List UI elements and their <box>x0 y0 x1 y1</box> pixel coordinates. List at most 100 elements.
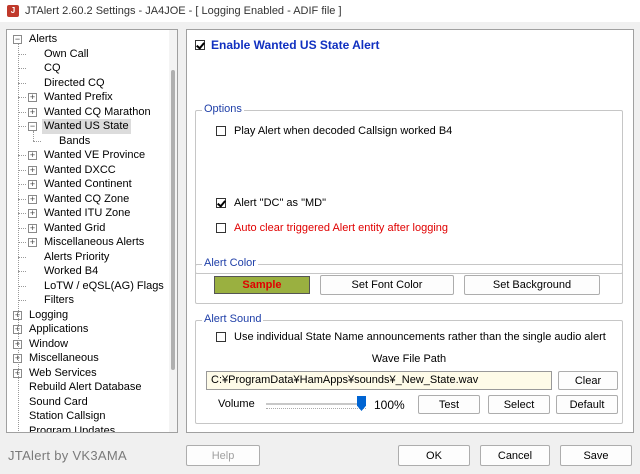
set-font-color-label: Set Font Color <box>351 279 423 291</box>
tree-item-label: Miscellaneous <box>29 352 99 364</box>
alert-color-group: Alert Color Sample Set Font Color Set Ba… <box>195 257 623 304</box>
expand-icon[interactable]: + <box>28 165 37 175</box>
dc-md-row[interactable]: Alert "DC" as "MD" <box>216 197 326 209</box>
help-button[interactable]: Help <box>186 445 260 466</box>
tree-connector <box>18 213 26 214</box>
ok-label: OK <box>426 449 442 462</box>
expand-icon[interactable]: + <box>28 209 37 218</box>
wave-path-caption: Wave File Path <box>371 353 447 365</box>
set-background-button[interactable]: Set Background <box>464 275 600 295</box>
settings-tree[interactable]: − Alerts Own Call CQ Directed CQ + Wanted Pref… <box>6 29 178 433</box>
play-b4-checkbox[interactable] <box>216 126 226 136</box>
volume-slider[interactable] <box>266 395 366 413</box>
tree-item-label: Wanted VE Province <box>44 149 146 161</box>
tree-scrollbar-thumb[interactable] <box>171 70 175 370</box>
tree-item-label: Rebuild Alert Database <box>29 381 142 393</box>
tree-item-label: Wanted US State <box>42 119 131 134</box>
tree-connector <box>18 227 26 229</box>
collapse-icon[interactable]: − <box>13 35 22 44</box>
alert-color-title: Alert Color <box>202 257 258 269</box>
tree-item-label: Program Updates <box>29 424 116 433</box>
tree-item-label: Filters <box>44 294 74 306</box>
tree-connector <box>18 111 26 113</box>
color-sample: Sample <box>214 276 310 294</box>
tree-item-label: Wanted Grid <box>44 221 106 234</box>
wave-path-value: C:¥ProgramData¥HamApps¥sounds¥_New_State… <box>211 374 479 386</box>
enable-alert-row[interactable]: Enable Wanted US State Alert <box>195 38 379 52</box>
tree-connector <box>18 198 26 200</box>
color-sample-label: Sample <box>242 279 282 291</box>
settings-panel: Enable Wanted US State Alert Options Pla… <box>186 29 634 433</box>
enable-alert-checkbox[interactable] <box>195 40 205 50</box>
play-b4-row[interactable]: Play Alert when decoded Callsign worked … <box>216 125 452 137</box>
tree-item-label: Sound Card <box>29 395 88 408</box>
test-label: Test <box>438 398 460 411</box>
auto-clear-checkbox[interactable] <box>216 223 226 233</box>
tree-connector <box>18 44 19 431</box>
window-title: JTAlert 2.60.2 Settings - JA4JOE - [ Log… <box>25 5 342 17</box>
expand-icon[interactable]: + <box>28 180 37 189</box>
cancel-label: Cancel <box>497 449 533 462</box>
tree-connector <box>18 155 26 156</box>
app-icon: J <box>7 5 19 17</box>
tree-item-label: Wanted Continent <box>44 178 132 190</box>
help-label: Help <box>211 449 235 462</box>
clear-label: Clear <box>574 374 602 387</box>
tree-connector <box>18 242 26 243</box>
tree-item-label: Window <box>29 337 69 350</box>
volume-slider-ticks <box>266 408 366 411</box>
individual-state-label: Use individual State Name announcements … <box>234 331 606 343</box>
tree-item-label: Logging <box>29 308 69 321</box>
tree-item-label: Alerts <box>29 33 58 45</box>
tree-item-label: CQ <box>44 62 61 74</box>
tree-scrollbar[interactable] <box>169 30 177 432</box>
tree-item-label: Miscellaneous Alerts <box>44 236 145 248</box>
auto-clear-label: Auto clear triggered Alert entity after … <box>234 222 449 234</box>
expand-icon[interactable]: + <box>28 93 37 102</box>
test-button[interactable]: Test <box>418 395 480 414</box>
auto-clear-row[interactable]: Auto clear triggered Alert entity after … <box>216 222 448 234</box>
brand-label: JTAlert by VK3AMA <box>8 448 128 463</box>
expand-icon[interactable]: + <box>28 151 37 160</box>
enable-alert-label: Enable Wanted US State Alert <box>211 38 380 52</box>
dc-md-label: Alert "DC" as "MD" <box>234 197 327 209</box>
save-label: Save <box>583 449 609 462</box>
tree-item-label: Wanted CQ Marathon <box>44 105 151 118</box>
select-button[interactable]: Select <box>488 395 550 414</box>
clear-button[interactable]: Clear <box>558 371 618 390</box>
collapse-icon[interactable]: − <box>28 122 37 131</box>
set-font-color-button[interactable]: Set Font Color <box>320 275 454 295</box>
tree-connector <box>18 68 26 69</box>
default-label: Default <box>569 398 605 411</box>
play-b4-label: Play Alert when decoded Callsign worked … <box>234 125 453 137</box>
tree-item-label: Bands <box>59 134 91 147</box>
tree-item-label: Alerts Priority <box>44 250 110 263</box>
tree-item-label: Wanted Prefix <box>44 91 113 103</box>
tree-connector <box>18 82 26 84</box>
tree-connector <box>18 169 26 171</box>
tree-item-label: Wanted ITU Zone <box>44 207 131 219</box>
select-label: Select <box>503 398 535 411</box>
individual-state-checkbox[interactable] <box>216 332 226 342</box>
tree-item-label: Applications <box>29 323 89 335</box>
title-bar: J JTAlert 2.60.2 Settings - JA4JOE - [ L… <box>0 0 640 22</box>
wave-path-input[interactable]: C:¥ProgramData¥HamApps¥sounds¥_New_State… <box>206 371 552 390</box>
tree-item-label: LoTW / eQSL(AG) Flags <box>44 279 164 292</box>
cancel-button[interactable]: Cancel <box>480 445 550 466</box>
volume-label: Volume <box>218 398 255 410</box>
dc-md-checkbox[interactable] <box>216 198 226 208</box>
alert-sound-title: Alert Sound <box>202 313 264 325</box>
expand-icon[interactable]: + <box>28 194 37 204</box>
options-title: Options <box>202 103 244 115</box>
tree-connector <box>18 97 26 98</box>
default-button[interactable]: Default <box>556 395 618 414</box>
expand-icon[interactable]: + <box>28 238 37 247</box>
expand-icon[interactable]: + <box>28 223 37 233</box>
tree-item-label: Directed CQ <box>44 76 105 89</box>
save-button[interactable]: Save <box>560 445 632 466</box>
tree-connector <box>18 256 26 258</box>
tree-connector <box>18 126 26 127</box>
expand-icon[interactable]: + <box>28 107 37 117</box>
individual-state-row[interactable]: Use individual State Name announcements … <box>216 331 606 343</box>
ok-button[interactable]: OK <box>398 445 470 466</box>
